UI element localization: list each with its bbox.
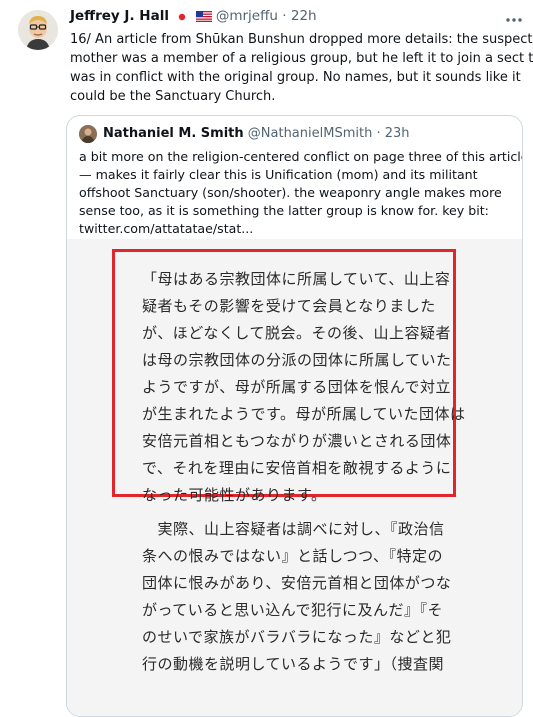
article-line: 「母はある宗教団体に所属していて、山上容 <box>142 270 451 288</box>
more-icon[interactable] <box>505 8 523 27</box>
article-line: は母の宗教団体の分派の団体に所属していた <box>142 351 452 369</box>
article-line: 安倍元首相ともつながりが濃いとされる団体 <box>142 432 452 450</box>
quote-text-line: offshoot Sanctuary (son/shooter). the we… <box>79 185 502 200</box>
tweet[interactable]: Jeffrey J. Hall @mrjeffu · 22h 16/ An ar… <box>0 0 533 717</box>
separator-dot: · <box>282 8 291 24</box>
tweet-text-line: was in conflict with the original group.… <box>70 70 521 85</box>
article-line: ようですが、母が所属する団体を恨んで対立 <box>142 378 451 396</box>
tweet-text-line: 16/ An article from Shūkan Bunshun dropp… <box>70 32 533 47</box>
article-line: で、それを理由に安倍首相を敵視するように <box>142 459 452 477</box>
tweet-header: Jeffrey J. Hall @mrjeffu · 22h <box>70 8 521 28</box>
quote-author-name[interactable]: Nathaniel M. Smith <box>103 126 244 141</box>
tweet-text: 16/ An article from Shūkan Bunshun dropp… <box>70 30 533 106</box>
us-flag-icon <box>195 10 212 26</box>
article-line: が、ほどなくして脱会。その後、山上容疑者 <box>142 324 451 342</box>
quoted-tweet[interactable]: Nathaniel M. Smith @NathanielMSmith · 23… <box>66 115 523 717</box>
quote-header: Nathaniel M. Smith @NathanielMSmith · 23… <box>103 126 410 141</box>
avatar[interactable] <box>18 10 58 50</box>
separator-dot: · <box>376 126 385 141</box>
article-image[interactable]: 「母はある宗教団体に所属していて、山上容 疑者もその影響を受けて会員となりました… <box>67 239 522 716</box>
author-handle[interactable]: @mrjeffu <box>216 8 278 24</box>
quote-text-line: — makes it fairly clear this is Unificat… <box>79 167 478 182</box>
quote-text-line: sense too, as it is something the latter… <box>79 203 489 218</box>
author-name[interactable]: Jeffrey J. Hall <box>70 8 169 24</box>
quote-author-handle[interactable]: @NathanielMSmith <box>248 126 373 141</box>
continuation-paragraph: 実際、山上容疑者は調べに対し、『政治信 条への恨みではない』と話しつつ、『特定の… <box>142 516 451 678</box>
tweet-time[interactable]: 22h <box>291 8 317 24</box>
quote-time[interactable]: 23h <box>385 126 410 141</box>
article-line: のせいで家族がバラバラになった』などと犯 <box>142 628 452 646</box>
quote-text-line: a bit more on the religion-centered conf… <box>79 149 523 164</box>
article-line: 実際、山上容疑者は調べに対し、『政治信 <box>142 520 445 538</box>
article-line: が生まれたようです。母が所属していた団体は <box>142 405 466 423</box>
quote-avatar <box>79 125 97 143</box>
article-line: 疑者もその影響を受けて会員となりました <box>142 297 436 315</box>
quote-link[interactable]: twitter.com/attatatae/stat... <box>79 220 511 238</box>
article-line: 条への恨みではない』と話しつつ、『特定の <box>142 547 444 565</box>
tweet-text-line: could be the Sanctuary Church. <box>70 89 276 104</box>
japan-flag-icon <box>177 10 187 26</box>
article-line: 行の動機を説明しているようです」（捜査関 <box>142 655 445 673</box>
article-line: がっていると思い込んで犯行に及んだ』『そ <box>142 601 444 619</box>
article-line: 団体に恨みがあり、安倍元首相と団体がつな <box>142 574 452 592</box>
tweet-text-line: mother was a member of a religious group… <box>70 51 533 66</box>
article-line: なった可能性があります。 <box>142 486 327 504</box>
highlighted-paragraph: 「母はある宗教団体に所属していて、山上容 疑者もその影響を受けて会員となりました… <box>142 266 466 509</box>
quote-text: a bit more on the religion-centered conf… <box>79 148 523 238</box>
